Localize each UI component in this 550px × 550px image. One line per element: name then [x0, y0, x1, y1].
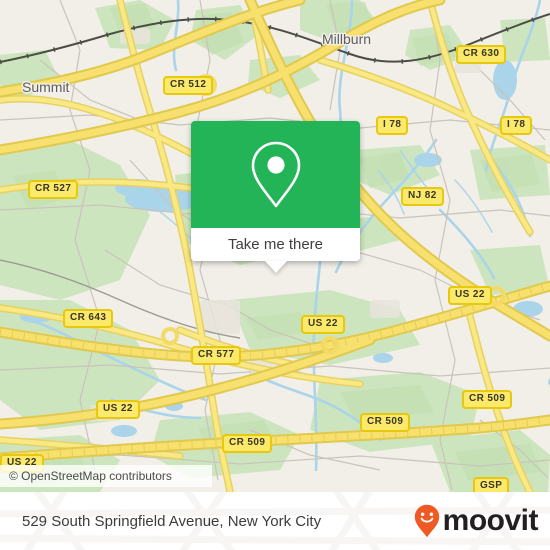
- road-shield-cr-509: CR 509: [222, 434, 273, 453]
- popup-header: [191, 121, 360, 228]
- map-screenshot: Summit Millburn CR 512 CR 630 I 78 I 78 …: [0, 0, 550, 550]
- road-shield-nj-82: NJ 82: [401, 187, 444, 206]
- map-place-label: Summit: [22, 79, 70, 95]
- location-address: 529 South Springfield Avenue, New York C…: [22, 492, 321, 550]
- popup-card[interactable]: Take me there: [191, 121, 360, 261]
- moovit-smiley-pin-icon: [414, 504, 439, 538]
- map-place-label: Millburn: [322, 31, 372, 47]
- road-shield-cr-630: CR 630: [456, 45, 507, 64]
- popup-tail: [264, 261, 287, 273]
- road-shield-i-78: I 78: [376, 116, 409, 135]
- moovit-logo[interactable]: moovit: [414, 492, 539, 550]
- osm-attribution-text: © OpenStreetMap contributors: [9, 469, 172, 483]
- road-shield-gsp: GSP: [473, 477, 510, 492]
- road-shield-cr-512: CR 512: [163, 76, 214, 95]
- road-shield-cr-527: CR 527: [28, 180, 79, 199]
- footer-bar: 529 South Springfield Avenue, New York C…: [0, 492, 550, 550]
- popup-action-label: Take me there: [227, 236, 324, 253]
- road-shield-i-78: I 78: [500, 116, 533, 135]
- road-shield-us-22: US 22: [448, 286, 492, 305]
- road-shield-cr-509: CR 509: [462, 390, 513, 409]
- road-shield-cr-643: CR 643: [63, 309, 114, 328]
- map-marker-popup[interactable]: Take me there: [191, 121, 360, 273]
- map-pin-icon: [251, 141, 300, 207]
- road-shield-cr-509: CR 509: [360, 413, 411, 432]
- road-shield-cr-577: CR 577: [191, 346, 242, 365]
- moovit-wordmark: moovit: [442, 504, 539, 537]
- osm-attribution[interactable]: © OpenStreetMap contributors: [0, 465, 212, 487]
- road-shield-us-22: US 22: [96, 400, 140, 419]
- popup-action-button[interactable]: Take me there: [191, 228, 360, 261]
- road-shield-us-22: US 22: [301, 315, 345, 334]
- location-address-text: 529 South Springfield Avenue, New York C…: [22, 512, 322, 530]
